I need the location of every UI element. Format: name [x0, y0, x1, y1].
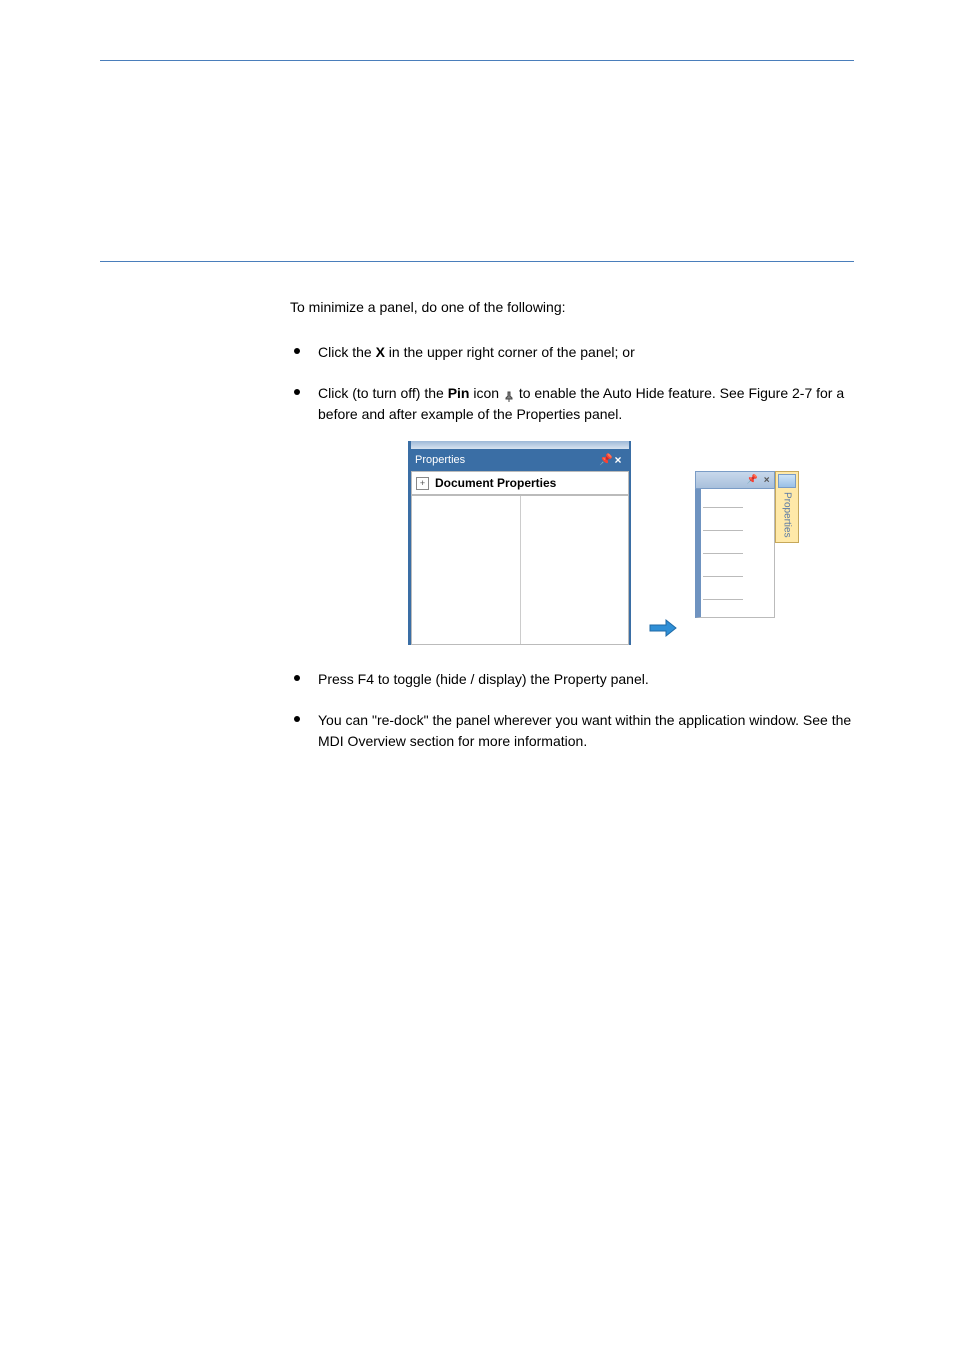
properties-tab-icon — [778, 474, 796, 488]
bullet-1: Click the X in the upper right corner of… — [290, 342, 854, 363]
arrow-right-icon — [649, 617, 677, 639]
divider-top — [100, 60, 854, 61]
intro-para: To minimize a panel, do one of the follo… — [290, 297, 854, 318]
properties-tab-label: Properties — [779, 490, 794, 540]
properties-panel-autohidden: 📌 × — [695, 471, 805, 618]
divider-section — [100, 261, 854, 262]
pin-icon[interactable]: 📌 — [747, 473, 758, 487]
properties-tab[interactable]: Properties — [775, 471, 800, 543]
document-properties-header[interactable]: + Document Properties — [411, 471, 629, 495]
properties-grid — [411, 495, 629, 645]
bullet-2: Click (to turn off) the Pin icon to enab… — [290, 383, 854, 645]
properties-panel-expanded: Properties 📌 × + Document Properties — [408, 441, 631, 645]
panel-title: Properties — [415, 452, 599, 469]
bullet-4: You can "re-dock" the panel wherever you… — [290, 710, 854, 752]
pin-icon[interactable]: 📌 — [599, 452, 611, 469]
figure-2-7: Properties 📌 × + Document Properties — [408, 441, 854, 645]
close-action: X — [376, 344, 385, 360]
pin-label: Pin — [448, 385, 470, 401]
pin-icon — [503, 388, 515, 400]
mdi-overview-link[interactable]: MDI Overview — [318, 733, 406, 749]
close-icon[interactable]: × — [764, 473, 770, 488]
expand-icon[interactable]: + — [416, 477, 429, 490]
close-icon[interactable]: × — [611, 451, 625, 469]
bullet-3: Press F4 to toggle (hide / display) the … — [290, 669, 854, 690]
